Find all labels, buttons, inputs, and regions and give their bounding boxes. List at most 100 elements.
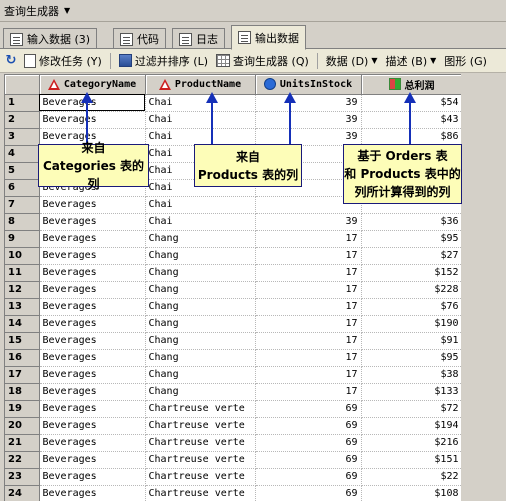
cell-categoryname[interactable]: Beverages <box>39 485 146 501</box>
row-number[interactable]: 7 <box>5 196 40 214</box>
cell-unitsinstock[interactable]: 39 <box>255 213 362 231</box>
table-row[interactable]: 11 Beverages Chang 17 $152 <box>5 264 461 282</box>
table-row[interactable]: 24 Beverages Chartreuse verte 69 $108 <box>5 485 461 501</box>
cell-total-profit[interactable]: $228 <box>361 281 461 299</box>
cell-total-profit[interactable]: $95 <box>361 349 461 367</box>
cell-total-profit[interactable]: $76 <box>361 298 461 316</box>
row-number[interactable]: 4 <box>5 145 40 163</box>
table-row[interactable]: 22 Beverages Chartreuse verte 69 $151 <box>5 451 461 469</box>
cell-categoryname[interactable]: Beverages <box>39 213 146 231</box>
cell-categoryname[interactable]: Beverages <box>39 366 146 384</box>
cell-total-profit[interactable]: $27 <box>361 247 461 265</box>
cell-total-profit[interactable]: $108 <box>361 485 461 501</box>
row-number[interactable]: 2 <box>5 111 40 129</box>
cell-productname[interactable]: Chartreuse verte <box>145 417 256 435</box>
cell-categoryname[interactable]: Beverages <box>39 111 146 129</box>
cell-unitsinstock[interactable]: 69 <box>255 434 362 452</box>
cell-productname[interactable]: Chang <box>145 366 256 384</box>
row-number[interactable]: 5 <box>5 162 40 180</box>
table-row[interactable]: 19 Beverages Chartreuse verte 69 $72 <box>5 400 461 418</box>
query-builder-button[interactable]: 查询生成器 (Q) <box>214 52 311 70</box>
tab-code[interactable]: 代码 <box>113 28 166 49</box>
cell-unitsinstock[interactable]: 17 <box>255 383 362 401</box>
table-row[interactable]: 1 Beverages Chai 39 $54 <box>5 94 461 112</box>
cell-categoryname[interactable]: Beverages <box>39 400 146 418</box>
cell-productname[interactable]: Chang <box>145 349 256 367</box>
cell-total-profit[interactable]: $133 <box>361 383 461 401</box>
row-number[interactable]: 21 <box>5 434 40 452</box>
cell-total-profit[interactable]: $86 <box>361 128 461 146</box>
cell-total-profit[interactable]: $72 <box>361 400 461 418</box>
modify-task-button[interactable]: 修改任务 (Y) <box>22 52 104 70</box>
cell-categoryname[interactable]: Beverages <box>39 196 146 214</box>
describe-menu-button[interactable]: 描述 (B) ▼ <box>384 52 439 70</box>
row-number[interactable]: 22 <box>5 451 40 469</box>
refresh-icon[interactable]: ↻ <box>4 53 18 68</box>
row-number[interactable]: 6 <box>5 179 40 197</box>
tab-input-data[interactable]: 输入数据 (3) <box>3 28 98 49</box>
table-row[interactable]: 13 Beverages Chang 17 $76 <box>5 298 461 316</box>
row-number[interactable]: 17 <box>5 366 40 384</box>
row-number[interactable]: 20 <box>5 417 40 435</box>
row-number[interactable]: 15 <box>5 332 40 350</box>
cell-productname[interactable]: Chang <box>145 247 256 265</box>
cell-unitsinstock[interactable]: 17 <box>255 247 362 265</box>
table-row[interactable]: 23 Beverages Chartreuse verte 69 $22 <box>5 468 461 486</box>
cell-total-profit[interactable]: $22 <box>361 468 461 486</box>
row-number[interactable]: 18 <box>5 383 40 401</box>
cell-total-profit[interactable]: $194 <box>361 417 461 435</box>
cell-total-profit[interactable]: $95 <box>361 230 461 248</box>
row-number[interactable]: 8 <box>5 213 40 231</box>
cell-productname[interactable]: Chai <box>145 111 256 129</box>
cell-productname[interactable]: Chang <box>145 298 256 316</box>
row-number[interactable]: 23 <box>5 468 40 486</box>
column-header-productname[interactable]: ProductName <box>145 75 256 95</box>
cell-categoryname[interactable]: Beverages <box>39 247 146 265</box>
table-row[interactable]: 15 Beverages Chang 17 $91 <box>5 332 461 350</box>
cell-unitsinstock[interactable]: 39 <box>255 94 362 112</box>
cell-productname[interactable]: Chang <box>145 383 256 401</box>
row-number[interactable]: 19 <box>5 400 40 418</box>
table-row[interactable]: 20 Beverages Chartreuse verte 69 $194 <box>5 417 461 435</box>
table-row[interactable]: 8 Beverages Chai 39 $36 <box>5 213 461 231</box>
cell-productname[interactable]: Chai <box>145 94 256 112</box>
table-row[interactable]: 16 Beverages Chang 17 $95 <box>5 349 461 367</box>
tab-output-data[interactable]: 输出数据 <box>231 25 306 50</box>
cell-total-profit[interactable]: $151 <box>361 451 461 469</box>
table-row[interactable]: 14 Beverages Chang 17 $190 <box>5 315 461 333</box>
cell-productname[interactable]: Chartreuse verte <box>145 485 256 501</box>
tab-log[interactable]: 日志 <box>172 28 225 49</box>
cell-categoryname[interactable]: Beverages <box>39 434 146 452</box>
cell-categoryname[interactable]: Beverages <box>39 349 146 367</box>
cell-categoryname[interactable]: Beverages <box>39 417 146 435</box>
row-number[interactable]: 1 <box>5 94 40 112</box>
table-row[interactable]: 12 Beverages Chang 17 $228 <box>5 281 461 299</box>
cell-unitsinstock[interactable]: 17 <box>255 366 362 384</box>
cell-categoryname[interactable]: Beverages <box>39 264 146 282</box>
cell-total-profit[interactable]: $216 <box>361 434 461 452</box>
cell-unitsinstock[interactable]: 17 <box>255 298 362 316</box>
row-number[interactable]: 16 <box>5 349 40 367</box>
cell-productname[interactable]: Chang <box>145 264 256 282</box>
table-row[interactable]: 9 Beverages Chang 17 $95 <box>5 230 461 248</box>
table-row[interactable]: 17 Beverages Chang 17 $38 <box>5 366 461 384</box>
cell-unitsinstock[interactable]: 39 <box>255 128 362 146</box>
cell-total-profit[interactable]: $152 <box>361 264 461 282</box>
cell-unitsinstock[interactable]: 69 <box>255 451 362 469</box>
table-row[interactable]: 18 Beverages Chang 17 $133 <box>5 383 461 401</box>
cell-categoryname[interactable]: Beverages <box>39 468 146 486</box>
row-number[interactable]: 11 <box>5 264 40 282</box>
cell-unitsinstock[interactable]: 17 <box>255 264 362 282</box>
grid-corner[interactable] <box>5 75 40 95</box>
cell-total-profit[interactable]: $36 <box>361 213 461 231</box>
row-number[interactable]: 13 <box>5 298 40 316</box>
cell-productname[interactable]: Chang <box>145 315 256 333</box>
cell-productname[interactable]: Chai <box>145 128 256 146</box>
row-number[interactable]: 10 <box>5 247 40 265</box>
cell-productname[interactable]: Chai <box>145 196 256 214</box>
cell-productname[interactable]: Chang <box>145 281 256 299</box>
cell-productname[interactable]: Chartreuse verte <box>145 434 256 452</box>
column-header-unitsinstock[interactable]: UnitsInStock <box>255 75 362 95</box>
row-number[interactable]: 9 <box>5 230 40 248</box>
cell-unitsinstock[interactable]: 17 <box>255 332 362 350</box>
